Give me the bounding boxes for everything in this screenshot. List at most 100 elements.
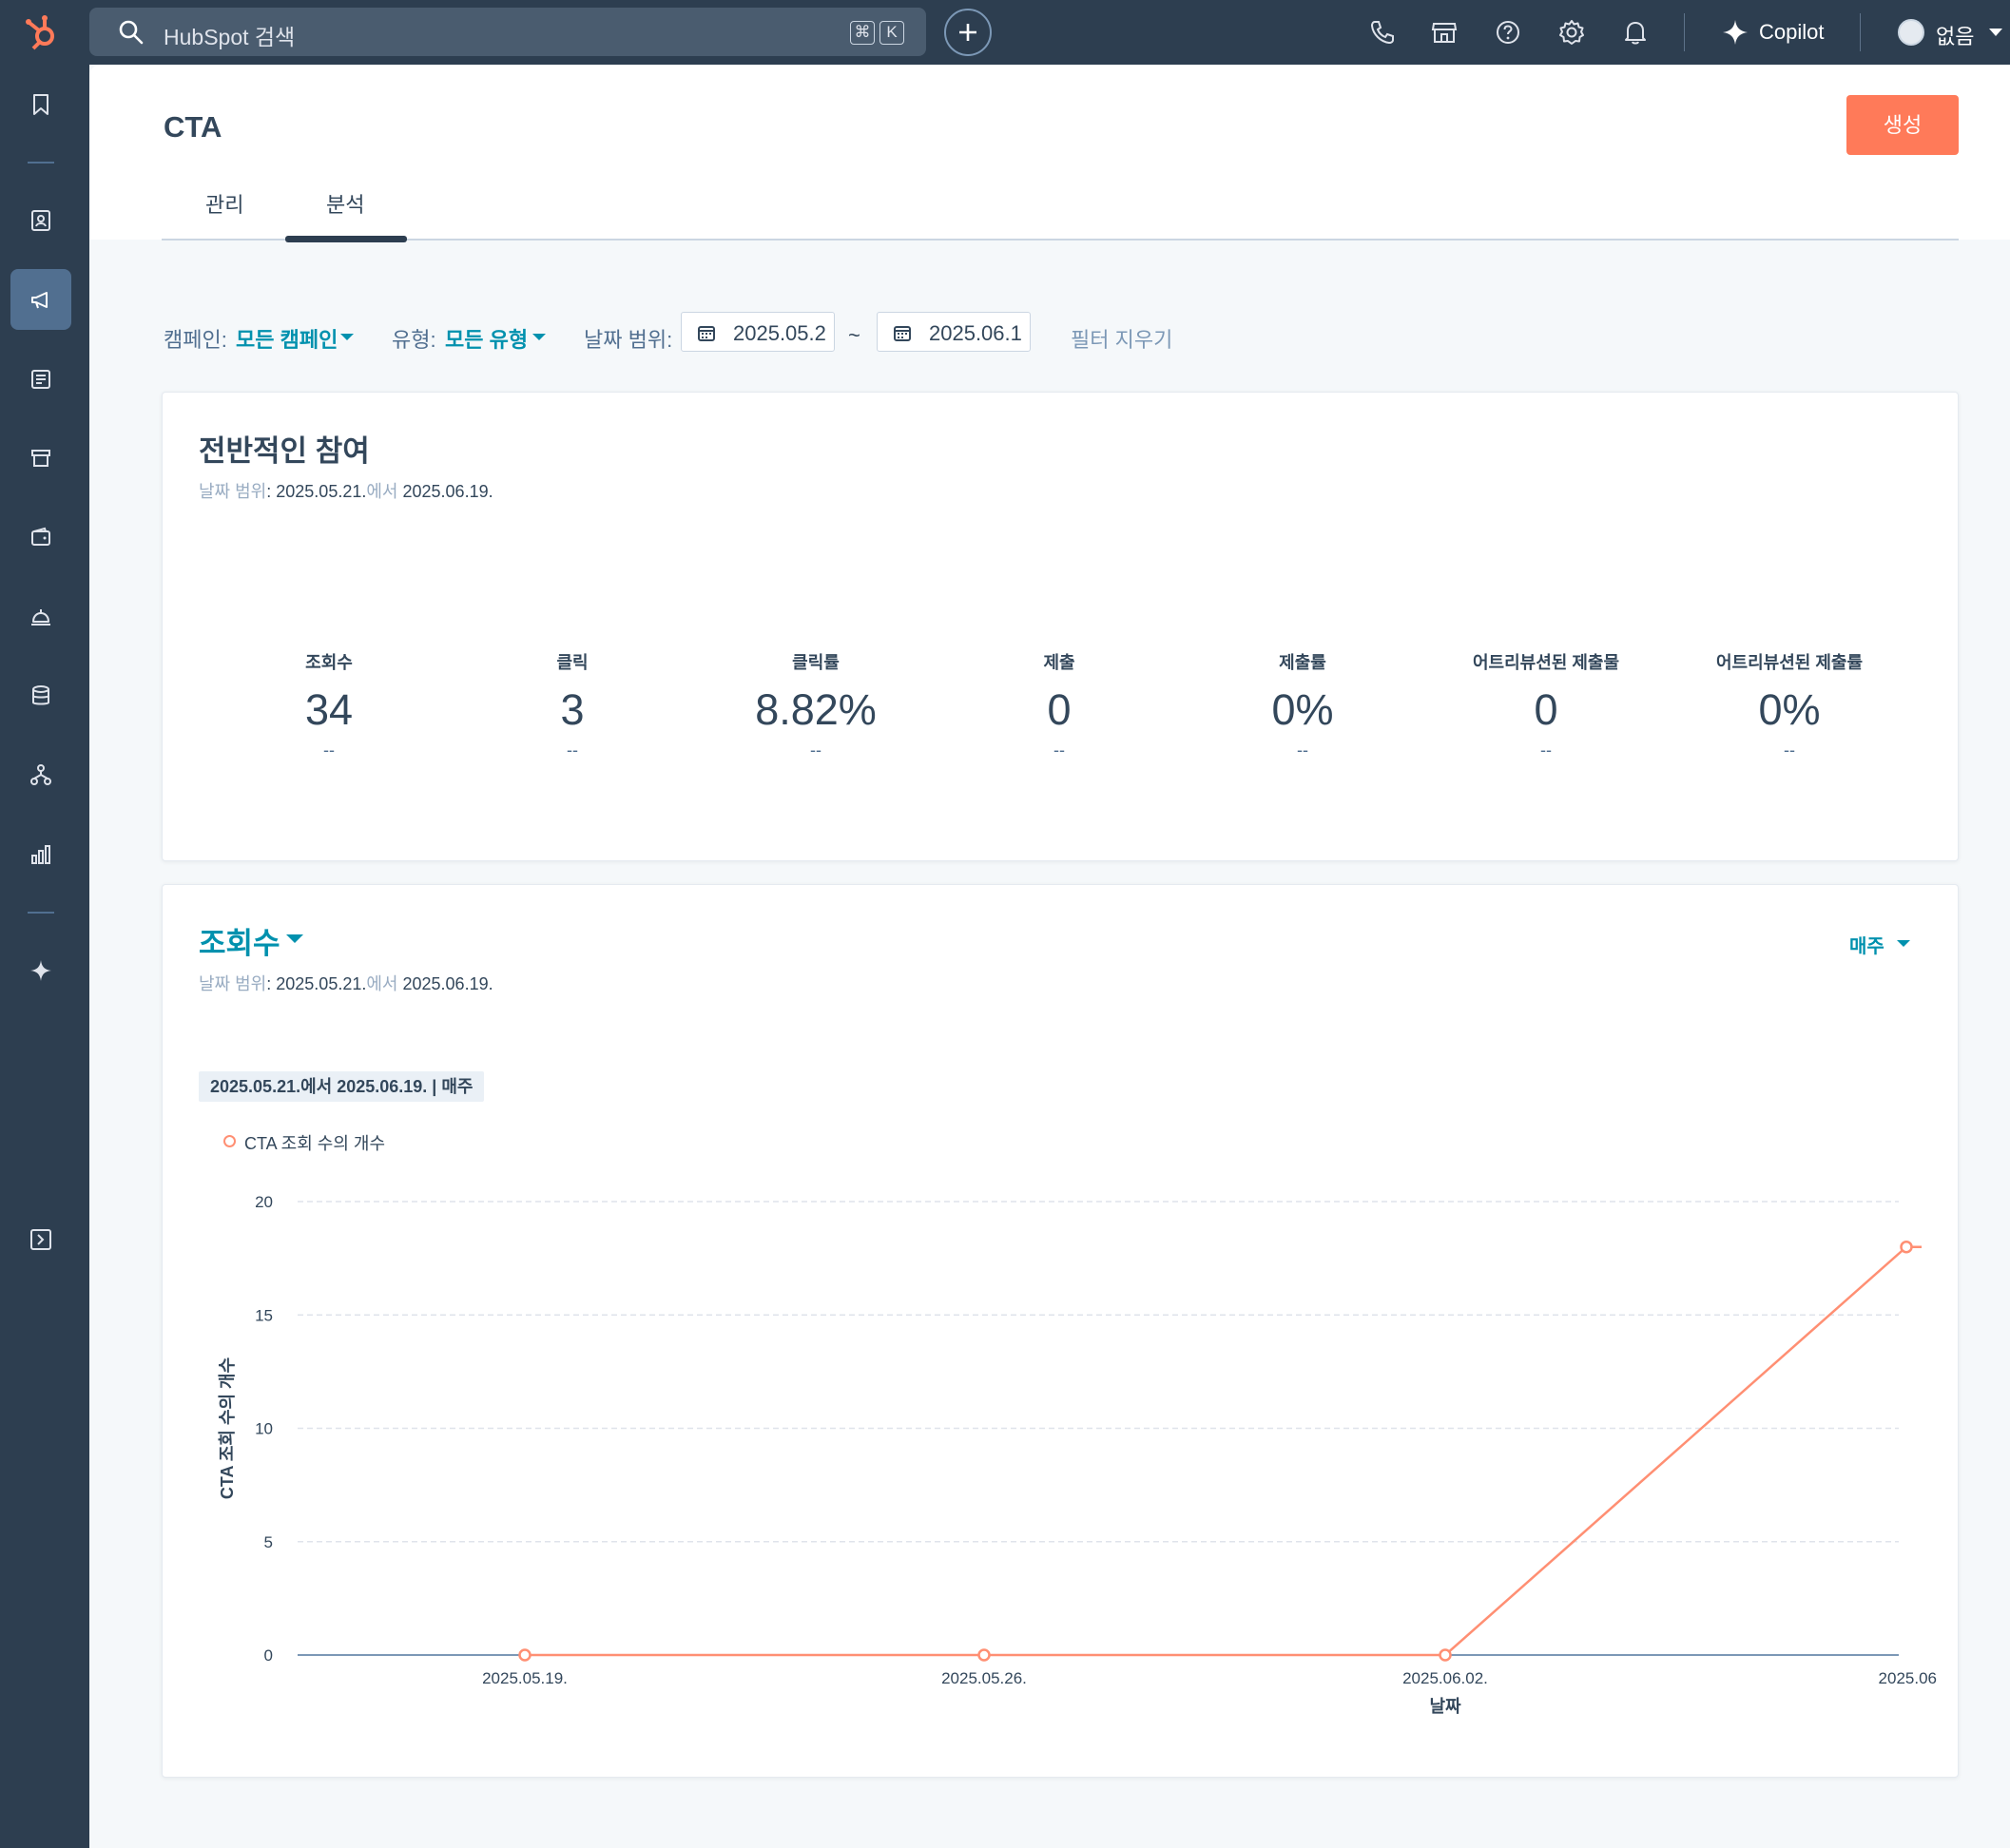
global-search-bar[interactable]: HubSpot 검색 ⌘ K [89,8,926,56]
type-filter-label: 유형: [392,328,436,352]
user-name: 없음 [1936,25,1975,48]
metric-attributed-submission-rate: 어트리뷰션된 제출률 0% -- [1668,649,1911,760]
bookmark-icon [33,94,48,115]
y-tick-label: 5 [264,1533,273,1551]
metric-label: 조회수 [305,653,353,672]
data-point [518,1648,531,1662]
engagement-card: 전반적인 참여 날짜 범위: 2025.05.21.에서 2025.06.19.… [162,392,1959,861]
date-range-label: 날짜 범위: [584,328,673,352]
bell-icon[interactable] [1620,17,1651,48]
wallet-icon [31,527,50,546]
metric-click-rate: 클릭률 8.82% -- [694,649,937,760]
metric-delta: -- [1297,741,1308,760]
metric-value: 8.82% [755,685,877,734]
x-tick-label: 2025.05.26. [941,1669,1027,1687]
sidebar-item-reports[interactable] [10,824,71,885]
help-icon[interactable] [1493,17,1523,48]
metric-value: 3 [560,685,585,734]
sidebar-item-wallet[interactable] [10,507,71,568]
calendar-icon [894,326,911,341]
sparkle-icon [1723,20,1748,45]
metric-value: 0 [1534,685,1558,734]
metric-value: 0% [1758,685,1821,734]
metric-views: 조회수 34 -- [207,649,451,760]
tab-manage[interactable]: 관리 [205,188,243,219]
end-date-value: 2025.06.1 [929,321,1022,345]
x-tick-label: 2025.06.02. [1402,1669,1488,1687]
page-header: CTA 생성 관리 분석 [89,65,2010,242]
sidebar-item-service[interactable] [10,587,71,647]
chevron-down-icon[interactable] [340,334,354,340]
sidebar-item-bookmarks[interactable] [10,74,71,135]
sidebar-item-marketing[interactable] [10,269,71,330]
k-key-hint: K [879,21,904,45]
quick-create-button[interactable] [944,9,992,56]
y-tick-label: 0 [264,1646,273,1665]
chevron-down-icon [1989,29,2002,36]
sidebar [0,65,89,1848]
marketplace-icon[interactable] [1429,17,1459,48]
metric-delta: -- [810,741,821,760]
chevron-down-icon[interactable] [532,334,546,340]
metric-submission-rate: 제출률 0% -- [1181,649,1424,760]
y-tick-label: 15 [255,1306,273,1324]
views-chart-card: 조회수 매주 날짜 범위: 2025.05.21.에서 2025.06.19. … [162,884,1959,1778]
range-end: 2025.06.19. [402,482,493,501]
avatar [1898,19,1924,46]
hubspot-logo-icon[interactable] [21,11,63,53]
clear-filters-link[interactable]: 필터 지우기 [1071,323,1172,354]
plus-icon [959,24,976,41]
database-icon [32,685,49,705]
phone-icon[interactable] [1367,17,1398,48]
bar-chart-icon [31,845,50,864]
metric-label: 제출률 [1279,653,1326,672]
metric-label: 어트리뷰션된 제출물 [1472,653,1620,672]
active-tab-indicator [285,236,407,242]
expand-sidebar-icon [30,1229,51,1250]
type-filter-dropdown[interactable]: 모든 유형 [445,323,528,354]
data-point [1439,1648,1452,1662]
y-tick-label: 20 [255,1193,273,1211]
metric-delta: -- [1053,741,1065,760]
sidebar-expand-button[interactable] [10,1209,71,1270]
top-nav-bar: HubSpot 검색 ⌘ K Copilot 없음 [0,0,2010,65]
sidebar-item-data[interactable] [10,665,71,726]
sidebar-item-contacts[interactable] [10,190,71,251]
end-date-input[interactable]: 2025.06.1 [877,312,1031,352]
command-key-hint: ⌘ [850,21,875,45]
views-line-chart: 0 5 10 15 20 2025.05.19. 2025.05.26. 2025.06.02… [218,1193,1937,1716]
campaign-filter-dropdown[interactable]: 모든 캠페인 [236,323,338,354]
sidebar-item-ai[interactable] [10,940,71,1001]
metric-attributed-submissions: 어트리뷰션된 제출물 0 -- [1424,649,1668,760]
tab-analyze[interactable]: 분석 [326,188,364,219]
megaphone-icon [31,292,48,309]
campaign-filter-label: 캠페인: [164,328,227,352]
topbar-divider [1684,13,1685,51]
sidebar-item-commerce[interactable] [10,428,71,489]
metric-value: 0% [1271,685,1334,734]
series-line [525,1245,1922,1657]
x-axis-label: 날짜 [1429,1697,1461,1716]
service-bell-icon [31,609,50,626]
range-start: 2025.05.21. [276,482,367,501]
metric-submissions: 제출 0 -- [937,649,1181,760]
start-date-value: 2025.05.2 [733,321,826,345]
gear-icon[interactable] [1556,17,1587,48]
topbar-divider [1860,13,1861,51]
sidebar-item-content[interactable] [10,349,71,410]
metric-label: 클릭 [556,653,589,672]
store-icon [31,450,50,467]
range-mid: 에서 [366,482,398,501]
create-button[interactable]: 생성 [1846,95,1959,155]
start-date-input[interactable]: 2025.05.2 [681,312,835,352]
y-tick-label: 10 [255,1420,273,1438]
calendar-icon [698,326,715,341]
date-range-caption: 날짜 범위 [199,482,267,501]
tab-divider [162,239,1959,241]
data-point [1900,1240,1913,1254]
sidebar-item-automation[interactable] [10,744,71,805]
metric-delta: -- [323,741,335,760]
metric-delta: -- [1540,741,1552,760]
metric-delta: -- [567,741,578,760]
sidebar-divider [28,162,54,164]
